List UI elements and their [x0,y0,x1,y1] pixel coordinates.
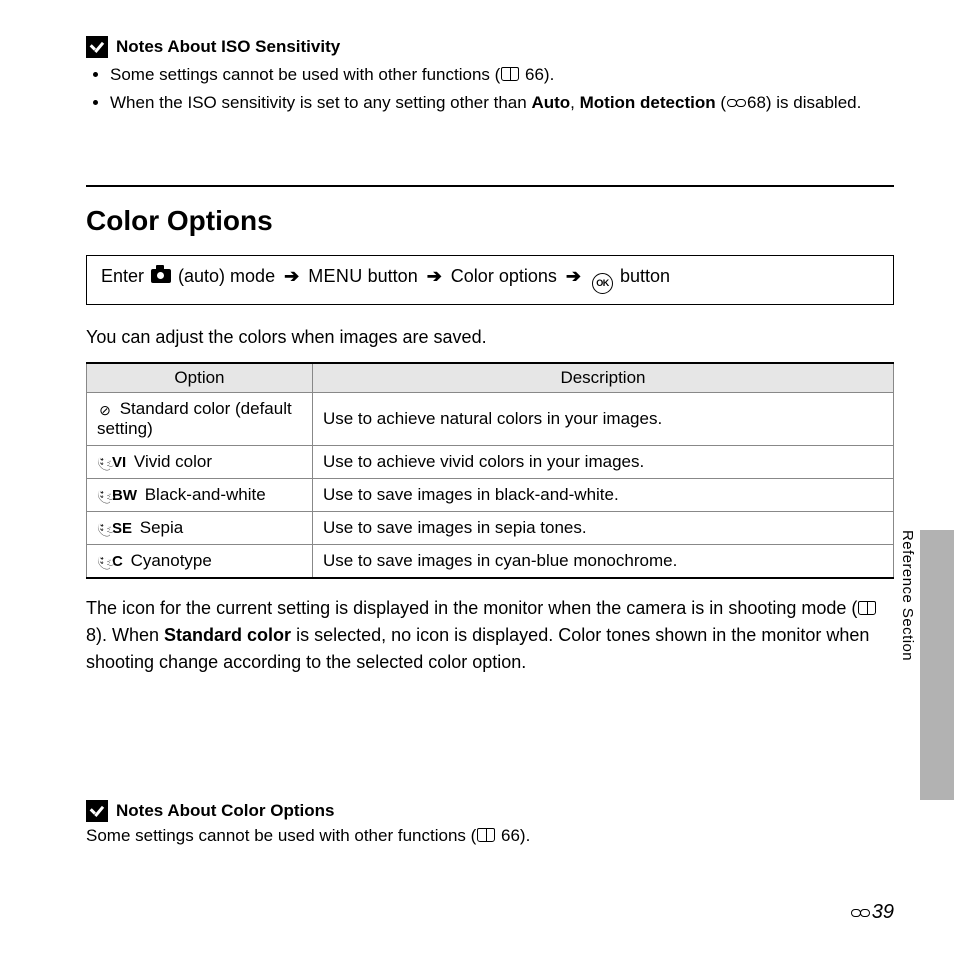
list-item: Some settings cannot be used with other … [110,62,894,88]
text: 66). [520,65,554,84]
table-row: ⊘ Standard color (default setting)Use to… [87,393,894,446]
text: When the ISO sensitivity is set to any s… [110,93,531,112]
camera-icon [151,269,171,283]
intro-text: You can adjust the colors when images ar… [86,327,894,348]
option-cell: 🎨BW Black-and-white [87,479,313,512]
notes-iso-list: Some settings cannot be used with other … [86,62,894,115]
palette-icon: 🎨 [97,554,113,571]
palette-icon: 🎨 [97,521,113,538]
text: button [363,266,423,286]
text: , [570,93,579,112]
notes-iso-heading: Notes About ISO Sensitivity [86,36,894,58]
table-row: 🎨SE SepiaUse to save images in sepia ton… [87,512,894,545]
option-code: VI [112,454,126,471]
col-description: Description [312,363,893,393]
option-name: Cyanotype [126,551,212,570]
option-code: BW [112,487,137,504]
side-tab [920,530,954,800]
page-number: 39 [850,901,894,924]
option-cell: 🎨SE Sepia [87,512,313,545]
text-bold: Auto [531,93,570,112]
link-icon [727,98,746,109]
table-row: 🎨BW Black-and-whiteUse to save images in… [87,479,894,512]
book-icon [501,67,519,81]
arrow-icon: ➔ [427,266,442,287]
text: 8). When [86,625,164,645]
table-row: 🎨C CyanotypeUse to save images in cyan-b… [87,545,894,579]
ok-icon: OK [592,273,613,294]
text: Color options [446,266,562,286]
text-bold: Motion detection [580,93,716,112]
palette-icon: 🎨 [97,455,113,472]
manual-page: Reference Section Notes About ISO Sensit… [0,0,954,954]
text: ( [716,93,726,112]
list-item: When the ISO sensitivity is set to any s… [110,90,894,116]
section-title: Color Options [86,205,894,237]
text: 66). [496,826,530,845]
standard-icon: ⊘ [97,402,113,419]
option-name: Sepia [135,518,183,537]
page-number-value: 39 [872,901,894,923]
check-icon [86,800,108,822]
description-cell: Use to save images in black-and-white. [312,479,893,512]
navigation-path-box: Enter (auto) mode ➔ MENU button ➔ Color … [86,255,894,305]
book-icon [858,601,876,615]
option-code: SE [112,520,132,537]
table-row: 🎨VI Vivid colorUse to achieve vivid colo… [87,446,894,479]
book-icon [477,828,495,842]
color-options-table: Option Description ⊘ Standard color (def… [86,362,894,579]
text: Some settings cannot be used with other … [86,826,476,845]
option-name: Standard color (default setting) [97,399,292,438]
text: (auto) mode [173,266,280,286]
side-section-label: Reference Section [899,530,916,661]
option-cell: 🎨C Cyanotype [87,545,313,579]
text: The icon for the current setting is disp… [86,598,857,618]
text: 68) is disabled. [747,93,861,112]
option-name: Black-and-white [140,485,266,504]
text: Some settings cannot be used with other … [110,65,500,84]
text: Enter [101,266,149,286]
option-cell: ⊘ Standard color (default setting) [87,393,313,446]
menu-label: MENU [308,266,362,286]
description-cell: Use to achieve vivid colors in your imag… [312,446,893,479]
palette-icon: 🎨 [97,488,113,505]
description-cell: Use to achieve natural colors in your im… [312,393,893,446]
after-table-text: The icon for the current setting is disp… [86,595,894,676]
notes-color-title: Notes About Color Options [116,801,334,821]
description-cell: Use to save images in sepia tones. [312,512,893,545]
text-bold: Standard color [164,625,291,645]
notes-iso-title: Notes About ISO Sensitivity [116,37,340,57]
check-icon [86,36,108,58]
option-cell: 🎨VI Vivid color [87,446,313,479]
notes-color-heading: Notes About Color Options [86,800,894,822]
option-name: Vivid color [129,452,212,471]
link-icon [851,908,870,919]
text: button [615,266,670,286]
arrow-icon: ➔ [566,266,581,287]
col-option: Option [87,363,313,393]
arrow-icon: ➔ [284,266,299,287]
divider [86,185,894,187]
notes-color-body: Some settings cannot be used with other … [86,826,894,846]
description-cell: Use to save images in cyan-blue monochro… [312,545,893,579]
